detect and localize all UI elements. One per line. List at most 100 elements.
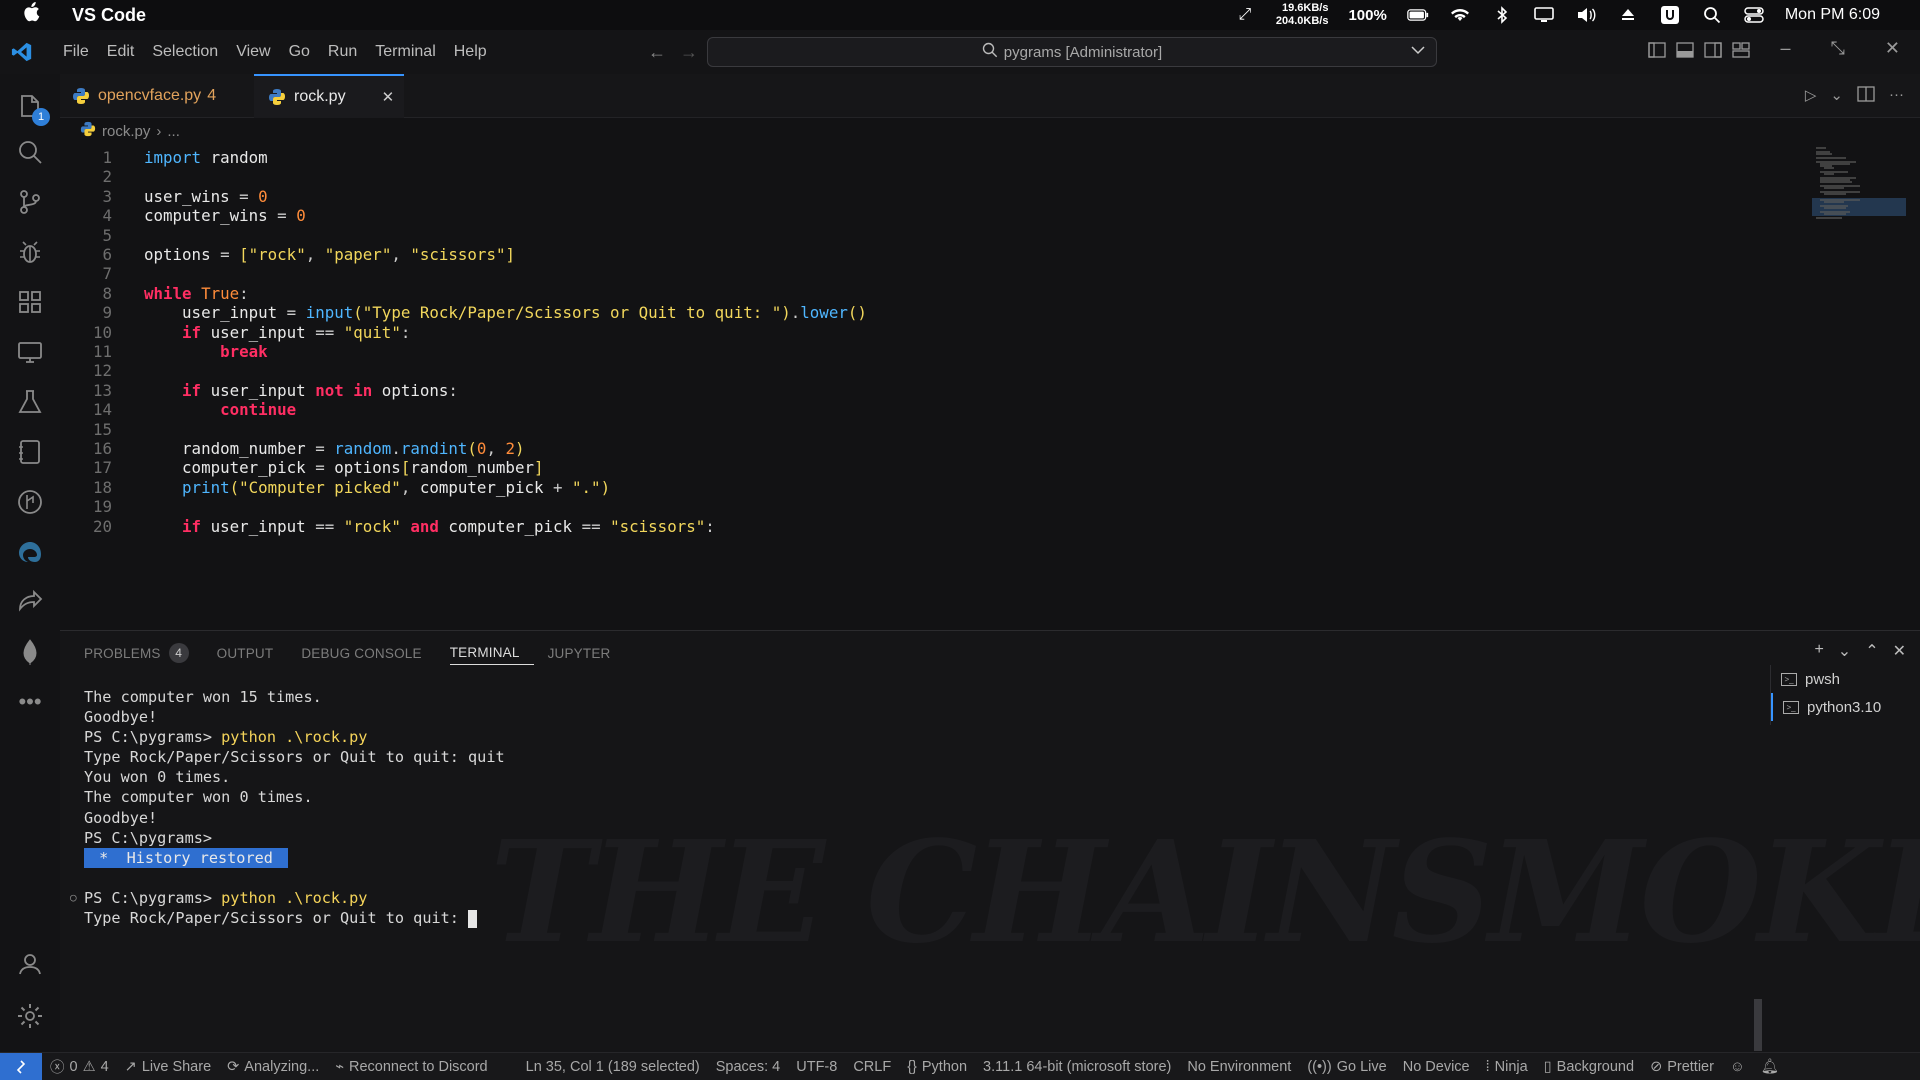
menu-help[interactable]: Help [445,43,496,61]
spotlight-search-icon[interactable] [1701,5,1723,25]
run-file-icon[interactable]: ▷ [1805,86,1817,106]
run-options-chevron-icon[interactable]: ⌄ [1830,86,1843,106]
notifications-bell-icon[interactable]: 🔔︎ [1753,1058,1787,1075]
menu-terminal[interactable]: Terminal [366,43,444,61]
code-token: : [400,322,411,342]
code-token: = [315,458,335,478]
live-share-status[interactable]: ↗ Live Share [117,1059,219,1075]
terminal-item-python[interactable]: >_ python3.10 [1771,693,1920,721]
split-editor-icon[interactable] [1857,86,1875,106]
more-views-icon[interactable]: ••• [12,684,48,720]
settings-gear-icon[interactable] [12,998,48,1034]
menu-selection[interactable]: Selection [143,43,227,61]
toggle-sidebar-icon[interactable] [1648,42,1666,63]
environment-status[interactable]: No Environment [1179,1059,1299,1075]
wifi-icon[interactable] [1449,5,1471,25]
run-debug-icon[interactable] [12,234,48,270]
more-actions-icon[interactable]: ··· [1889,86,1904,106]
cursor-position[interactable]: Ln 35, Col 1 (189 selected) [518,1059,708,1075]
source-control-icon[interactable] [12,184,48,220]
testing-icon[interactable] [12,384,48,420]
background-status[interactable]: ▯ Background [1536,1059,1642,1075]
terminal-line: Goodbye! [84,707,1424,727]
account-icon[interactable] [12,946,48,982]
app-name[interactable]: VS Code [72,5,146,26]
status-bar: ⓧ 0 ⚠ 4 ↗ Live Share ⟳ Analyzing... ⌁ Re… [0,1052,1920,1080]
python-interpreter[interactable]: 3.11.1 64-bit (microsoft store) [975,1059,1179,1075]
code-token: if [182,322,202,342]
problems-status[interactable]: ⓧ 0 ⚠ 4 [42,1056,117,1077]
language-mode[interactable]: {} Python [899,1059,975,1075]
git-graph-icon[interactable] [12,484,48,520]
control-center-icon[interactable] [1743,5,1765,25]
notebook-icon[interactable] [12,434,48,470]
back-arrow-icon[interactable]: ← [648,42,666,63]
panel-tabs: PROBLEMS 4 OUTPUT DEBUG CONSOLE TERMINAL… [84,641,639,665]
terminal-text: You won 0 times. [84,768,231,787]
volume-icon[interactable] [1575,5,1597,25]
code-editor[interactable]: 1 import random 2 3 user_wins = 0 4 computer_w… [60,144,1920,630]
mongodb-leaf-icon[interactable] [12,634,48,670]
edge-browser-icon[interactable] [12,534,48,570]
go-live-button[interactable]: ((•)) Go Live [1299,1059,1394,1075]
toggle-secondary-sidebar-icon[interactable] [1704,42,1722,63]
close-window-icon[interactable]: ✕ [1885,38,1900,59]
new-terminal-icon[interactable]: + [1814,641,1823,661]
close-panel-icon[interactable]: ✕ [1893,641,1906,661]
tab-terminal[interactable]: TERMINAL [449,641,534,665]
maximize-panel-icon[interactable]: ⌃ [1865,641,1878,661]
remote-explorer-icon[interactable] [12,334,48,370]
tab-debug-console[interactable]: DEBUG CONSOLE [301,641,435,665]
indentation-status[interactable]: Spaces: 4 [708,1059,789,1075]
encoding-status[interactable]: UTF-8 [788,1059,845,1075]
close-tab-icon[interactable]: ✕ [382,88,395,106]
extensions-icon[interactable] [12,284,48,320]
device-status[interactable]: No Device [1395,1059,1478,1075]
customize-layout-icon[interactable] [1732,42,1750,63]
menu-run[interactable]: Run [319,43,366,61]
display-icon[interactable] [1533,5,1555,25]
restore-icon[interactable]: ⤡ [1831,38,1845,59]
command-decoration-icon[interactable]: ○ [70,888,77,908]
bluetooth-icon[interactable] [1491,5,1513,25]
forward-arrow-icon[interactable]: → [680,42,698,63]
menu-go[interactable]: Go [280,43,319,61]
eject-icon[interactable] [1617,5,1639,25]
menu-edit[interactable]: Edit [98,43,144,61]
feedback-icon[interactable]: ☺ [1722,1059,1753,1075]
code-line: 20 if user_input == "rock" and computer_… [60,515,1760,539]
terminal-item-pwsh[interactable]: >_ pwsh [1771,665,1920,693]
tab-rock[interactable]: rock.py ✕ [254,74,404,118]
explorer-icon[interactable]: 1 [12,88,50,126]
remote-indicator-icon[interactable] [0,1052,42,1080]
prettier-status[interactable]: ⊘ Prettier [1642,1059,1722,1075]
terminal-dropdown-icon[interactable]: ⌄ [1838,641,1851,661]
clock[interactable]: Mon PM 6:09 [1785,6,1880,24]
analyzing-status[interactable]: ⟳ Analyzing... [219,1059,327,1075]
eol-status[interactable]: CRLF [845,1059,899,1075]
minimize-icon[interactable]: – [1780,38,1790,59]
battery-icon[interactable] [1407,5,1429,25]
minimap[interactable] [1786,144,1906,224]
discord-status[interactable]: ⌁ Reconnect to Discord [327,1059,495,1075]
chevron-down-icon[interactable] [1410,42,1426,62]
live-share-activity-icon[interactable] [12,584,48,620]
tab-output[interactable]: OUTPUT [217,641,288,665]
tab-problems[interactable]: PROBLEMS 4 [84,641,203,665]
command-center[interactable]: pygrams [Administrator] [707,37,1437,67]
breadcrumb-file[interactable]: rock.py [102,123,150,140]
apple-icon[interactable] [22,2,52,28]
toggle-panel-icon[interactable] [1676,42,1694,63]
search-activity-icon[interactable] [12,134,48,170]
ninja-status[interactable]: ⁞ Ninja [1478,1059,1536,1075]
tab-jupyter[interactable]: JUPYTER [548,641,625,665]
breadcrumb-symbol[interactable]: ... [167,123,180,140]
terminal-scrollbar[interactable] [1754,999,1762,1051]
tab-opencvface[interactable]: opencvface.py 4 [72,74,252,118]
user-u-icon[interactable] [1659,5,1681,25]
menu-file[interactable]: File [54,43,98,61]
terminal-output[interactable]: The computer won 15 times. Goodbye! PS C… [70,687,1424,1037]
menu-view[interactable]: View [227,43,279,61]
code-token: "scissors" [410,245,506,264]
